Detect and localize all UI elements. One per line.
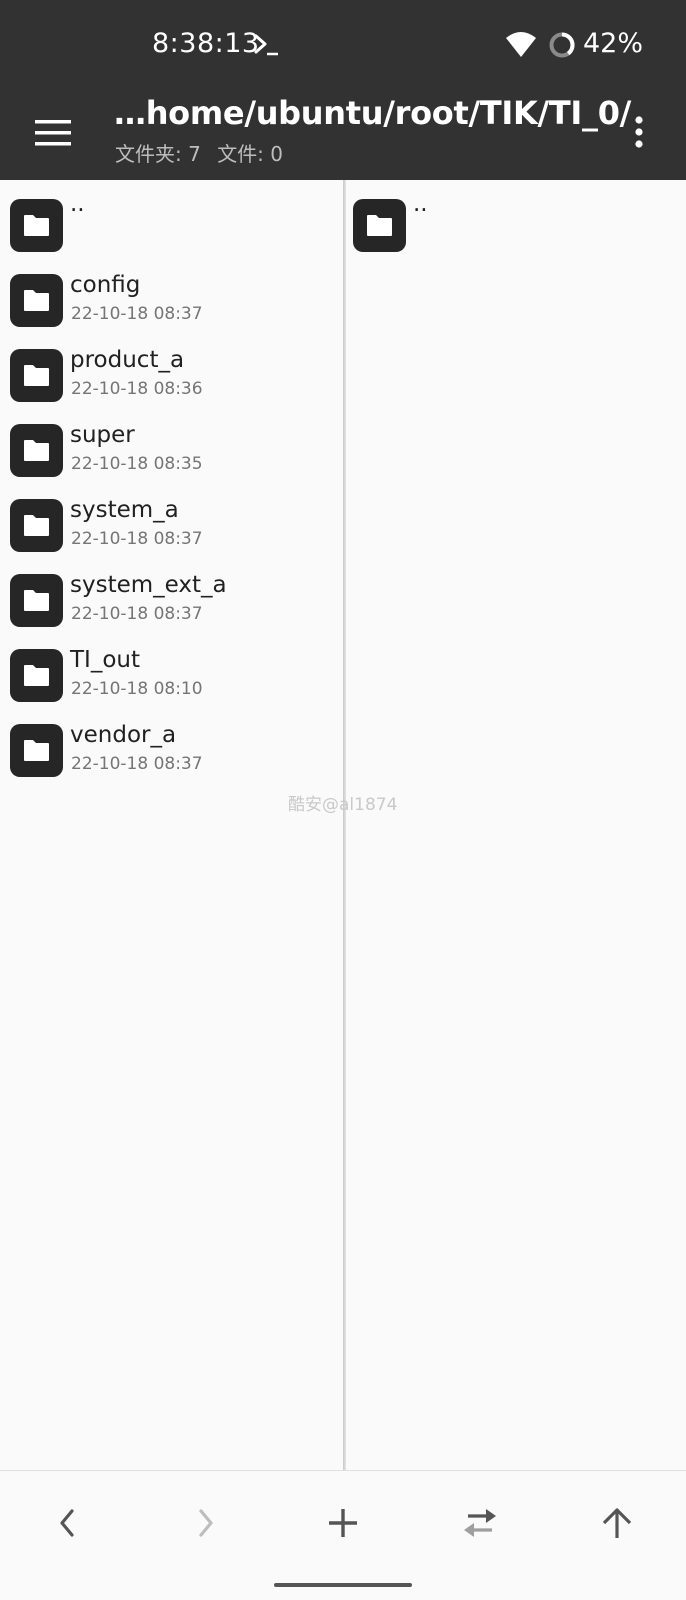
item-name: vendor_a bbox=[70, 722, 177, 748]
swap-arrows-icon[interactable] bbox=[458, 1501, 502, 1545]
item-name: super bbox=[70, 422, 135, 448]
folder-icon bbox=[10, 349, 63, 402]
file-list-item[interactable]: config 22-10-18 08:37 bbox=[0, 262, 343, 336]
parent-directory-row[interactable]: .. bbox=[0, 187, 343, 261]
battery-percent: 42% bbox=[583, 28, 644, 59]
wifi-icon bbox=[505, 30, 537, 58]
app-bar: …home/ubuntu/root/TIK/TI_0/ 文件夹: 7 文件: 0 bbox=[0, 88, 686, 180]
folder-icon bbox=[10, 649, 63, 702]
folder-icon bbox=[10, 199, 63, 252]
left-file-pane[interactable]: .. config 22-10-18 08:37 product_a 22-10-18 … bbox=[0, 180, 343, 1470]
chevron-left-icon[interactable] bbox=[46, 1501, 90, 1545]
item-counts: 文件夹: 7 文件: 0 bbox=[115, 138, 293, 167]
folder-icon bbox=[353, 199, 406, 252]
folder-icon bbox=[10, 274, 63, 327]
file-list-item[interactable]: TI_out 22-10-18 08:10 bbox=[0, 637, 343, 711]
folder-icon bbox=[10, 724, 63, 777]
chevron-right-icon[interactable] bbox=[183, 1501, 227, 1545]
folder-icon bbox=[10, 574, 63, 627]
right-file-pane[interactable]: .. bbox=[346, 180, 686, 1470]
bottom-toolbar bbox=[0, 1470, 686, 1600]
item-name: config bbox=[70, 272, 141, 298]
item-name: .. bbox=[413, 191, 428, 217]
item-name: TI_out bbox=[70, 647, 140, 673]
item-modified-date: 22-10-18 08:37 bbox=[71, 529, 203, 549]
parent-directory-row[interactable]: .. bbox=[346, 187, 686, 261]
file-list-item[interactable]: vendor_a 22-10-18 08:37 bbox=[0, 712, 343, 786]
status-time: 8:38:13 bbox=[152, 28, 260, 59]
item-modified-date: 22-10-18 08:10 bbox=[71, 679, 203, 699]
arrow-up-icon[interactable] bbox=[595, 1501, 639, 1545]
item-modified-date: 22-10-18 08:35 bbox=[71, 454, 203, 474]
plus-icon[interactable] bbox=[321, 1501, 365, 1545]
more-vert-icon[interactable] bbox=[622, 108, 656, 158]
file-list-item[interactable]: system_a 22-10-18 08:37 bbox=[0, 487, 343, 561]
current-path: …home/ubuntu/root/TIK/TI_0/ bbox=[114, 94, 632, 132]
item-name: product_a bbox=[70, 347, 185, 373]
file-list-item[interactable]: super 22-10-18 08:35 bbox=[0, 412, 343, 486]
terminal-icon bbox=[253, 30, 283, 60]
status-bar: 8:38:13 42% bbox=[0, 0, 686, 88]
folders-count: 文件夹: 7 bbox=[115, 142, 201, 166]
item-modified-date: 22-10-18 08:37 bbox=[71, 304, 203, 324]
files-count: 文件: 0 bbox=[217, 142, 284, 166]
item-name: system_ext_a bbox=[70, 572, 227, 598]
folder-icon bbox=[10, 499, 63, 552]
file-list-item[interactable]: system_ext_a 22-10-18 08:37 bbox=[0, 562, 343, 636]
battery-icon bbox=[548, 31, 576, 59]
hamburger-menu-icon[interactable] bbox=[30, 110, 76, 156]
item-modified-date: 22-10-18 08:37 bbox=[71, 754, 203, 774]
watermark: 酷安@al1874 bbox=[288, 795, 398, 815]
item-modified-date: 22-10-18 08:37 bbox=[71, 604, 203, 624]
item-name: system_a bbox=[70, 497, 179, 523]
home-indicator[interactable] bbox=[274, 1583, 412, 1587]
item-name: .. bbox=[70, 191, 85, 217]
file-list-item[interactable]: product_a 22-10-18 08:36 bbox=[0, 337, 343, 411]
folder-icon bbox=[10, 424, 63, 477]
item-modified-date: 22-10-18 08:36 bbox=[71, 379, 203, 399]
